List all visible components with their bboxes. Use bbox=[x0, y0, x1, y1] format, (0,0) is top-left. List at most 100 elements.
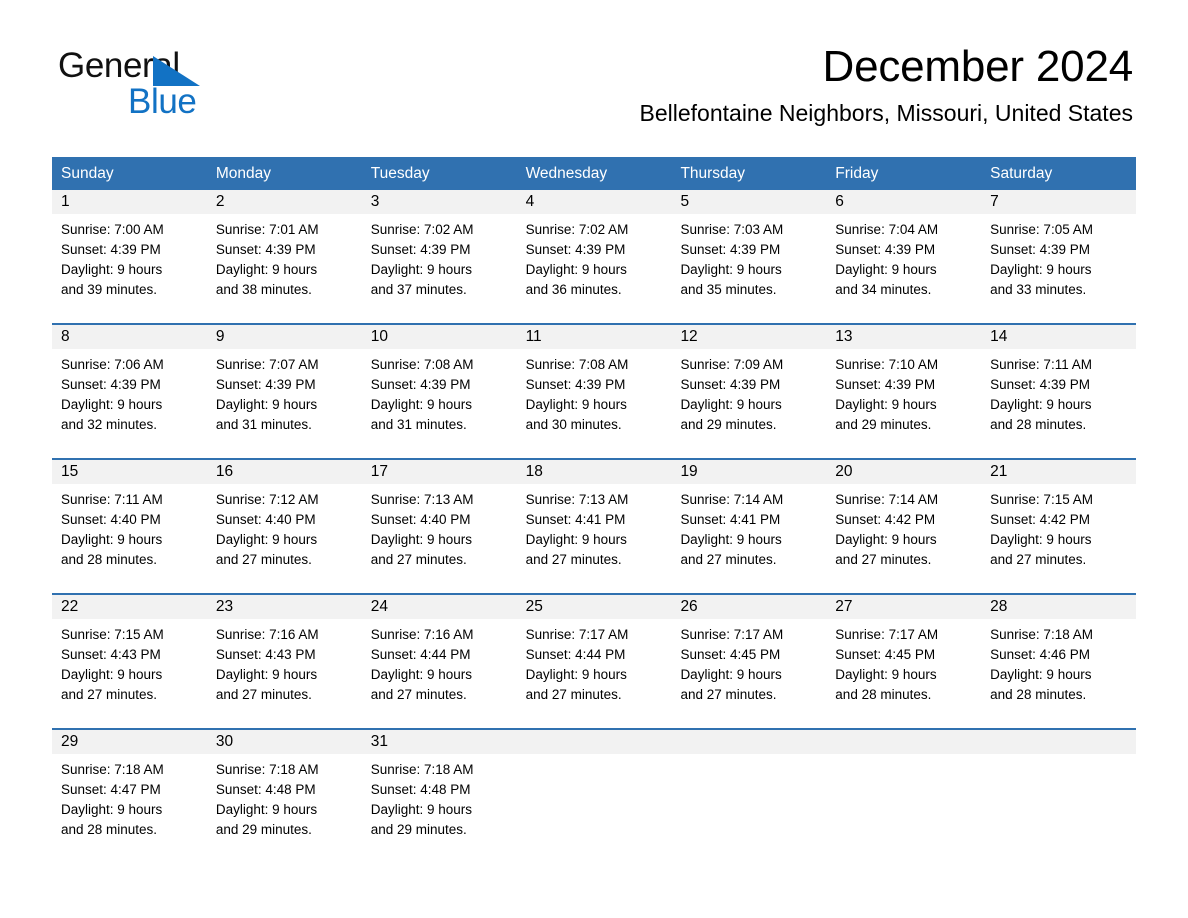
sunrise-text: Sunrise: 7:08 AM bbox=[525, 357, 629, 372]
day-number: 10 bbox=[370, 328, 388, 345]
calendar-day-cell[interactable]: 17 Sunrise: 7:13 AM Sunset: 4:40 PM Dayligh… bbox=[361, 460, 517, 593]
day-number-strip: 29 bbox=[52, 730, 196, 754]
daylight-text-line1: Daylight: 9 hours bbox=[370, 802, 473, 817]
day-number-strip: 18 bbox=[516, 460, 661, 484]
sunrise-text: Sunrise: 7:12 AM bbox=[215, 492, 319, 507]
calendar-day-cell[interactable]: 7 Sunrise: 7:05 AM Sunset: 4:39 PM Daylight… bbox=[981, 190, 1136, 323]
calendar-day-cell[interactable]: 24 Sunrise: 7:16 AM Sunset: 4:44 PM Dayligh… bbox=[361, 595, 517, 728]
sunrise-text: Sunrise: 7:17 AM bbox=[680, 627, 784, 642]
daylight-text-line2: and 28 minutes. bbox=[835, 687, 932, 702]
weekday-sunday: Sunday bbox=[61, 165, 114, 182]
calendar-day-cell[interactable]: 4 Sunrise: 7:02 AM Sunset: 4:39 PM Daylight… bbox=[516, 190, 672, 323]
calendar-day-cell[interactable]: 6 Sunrise: 7:04 AM Sunset: 4:39 PM Daylight… bbox=[826, 190, 981, 323]
daylight-text-line2: and 28 minutes. bbox=[61, 552, 158, 567]
sunrise-text: Sunrise: 7:05 AM bbox=[990, 222, 1093, 237]
calendar-day-cell[interactable]: 27 Sunrise: 7:17 AM Sunset: 4:45 PM Dayligh… bbox=[826, 595, 981, 728]
sunset-text: Sunset: 4:40 PM bbox=[370, 512, 471, 527]
day-detail: Sunrise: 7:08 AM Sunset: 4:39 PM Daylight:… bbox=[362, 349, 512, 435]
day-detail: Sunrise: 7:13 AM Sunset: 4:41 PM Daylight:… bbox=[517, 484, 667, 570]
sunset-text: Sunset: 4:40 PM bbox=[61, 512, 161, 527]
calendar-day-cell[interactable]: 15 Sunrise: 7:11 AM Sunset: 4:40 PM Dayligh… bbox=[52, 460, 207, 593]
daylight-text-line2: and 27 minutes. bbox=[215, 552, 312, 567]
sunrise-text: Sunrise: 7:13 AM bbox=[370, 492, 474, 507]
daylight-text-line2: and 30 minutes. bbox=[525, 417, 622, 432]
calendar-day-cell[interactable]: 3 Sunrise: 7:02 AM Sunset: 4:39 PM Daylight… bbox=[361, 190, 517, 323]
sunrise-text: Sunrise: 7:16 AM bbox=[370, 627, 474, 642]
day-detail: Sunrise: 7:14 AM Sunset: 4:42 PM Daylight:… bbox=[826, 484, 976, 570]
daylight-text-line2: and 33 minutes. bbox=[990, 282, 1087, 297]
day-detail: Sunrise: 7:17 AM Sunset: 4:44 PM Daylight:… bbox=[517, 619, 667, 705]
calendar-day-cell[interactable]: 25 Sunrise: 7:17 AM Sunset: 4:44 PM Dayligh… bbox=[516, 595, 672, 728]
day-number: 25 bbox=[525, 598, 543, 615]
day-number: 4 bbox=[525, 193, 535, 210]
sunrise-text: Sunrise: 7:18 AM bbox=[61, 762, 164, 777]
calendar-day-cell[interactable]: 16 Sunrise: 7:12 AM Sunset: 4:40 PM Dayligh… bbox=[206, 460, 362, 593]
calendar-week-cells: 22 Sunrise: 7:15 AM Sunset: 4:43 PM Dayligh… bbox=[52, 595, 1136, 728]
daylight-text-line2: and 28 minutes. bbox=[990, 687, 1087, 702]
daylight-text-line2: and 27 minutes. bbox=[525, 552, 622, 567]
day-detail: Sunrise: 7:06 AM Sunset: 4:39 PM Daylight:… bbox=[52, 349, 202, 435]
day-detail: Sunrise: 7:01 AM Sunset: 4:39 PM Daylight:… bbox=[207, 214, 357, 300]
day-number-strip: 14 bbox=[981, 325, 1126, 349]
daylight-text-line1: Daylight: 9 hours bbox=[835, 262, 937, 277]
day-number-strip: 27 bbox=[826, 595, 971, 619]
calendar-day-cell[interactable]: 11 Sunrise: 7:08 AM Sunset: 4:39 PM Dayligh… bbox=[516, 325, 672, 458]
calendar-day-cell[interactable]: 12 Sunrise: 7:09 AM Sunset: 4:39 PM Dayligh… bbox=[671, 325, 826, 458]
day-detail: Sunrise: 7:11 AM Sunset: 4:40 PM Daylight:… bbox=[52, 484, 202, 570]
sunrise-text: Sunrise: 7:18 AM bbox=[990, 627, 1093, 642]
calendar-day-cell[interactable]: 19 Sunrise: 7:14 AM Sunset: 4:41 PM Dayligh… bbox=[671, 460, 826, 593]
calendar-day-cell[interactable]: 21 Sunrise: 7:15 AM Sunset: 4:42 PM Dayligh… bbox=[981, 460, 1136, 593]
daylight-text-line1: Daylight: 9 hours bbox=[680, 262, 782, 277]
day-number: 23 bbox=[215, 598, 234, 615]
day-number: 1 bbox=[61, 193, 70, 210]
day-number-strip: 2 bbox=[206, 190, 351, 214]
weekday-tuesday: Tuesday bbox=[370, 165, 430, 182]
daylight-text-line1: Daylight: 9 hours bbox=[835, 532, 937, 547]
day-number-strip: 22 bbox=[52, 595, 196, 619]
calendar-day-cell[interactable]: 8 Sunrise: 7:06 AM Sunset: 4:39 PM Daylight… bbox=[52, 325, 207, 458]
daylight-text-line2: and 34 minutes. bbox=[835, 282, 932, 297]
brand-logo[interactable]: General Blue bbox=[58, 48, 258, 120]
page-header: General Blue December 2024 Bellefontaine… bbox=[0, 0, 1188, 126]
day-detail: Sunrise: 7:10 AM Sunset: 4:39 PM Daylight:… bbox=[826, 349, 976, 435]
calendar-day-cell[interactable]: 30 Sunrise: 7:18 AM Sunset: 4:48 PM Dayligh… bbox=[206, 730, 362, 850]
day-number: 9 bbox=[215, 328, 225, 345]
calendar-day-cell[interactable]: 20 Sunrise: 7:14 AM Sunset: 4:42 PM Dayligh… bbox=[826, 460, 981, 593]
day-number: 28 bbox=[990, 598, 1008, 615]
calendar-day-cell[interactable]: 14 Sunrise: 7:11 AM Sunset: 4:39 PM Dayligh… bbox=[981, 325, 1136, 458]
weekday-thursday: Thursday bbox=[680, 165, 746, 182]
daylight-text-line2: and 28 minutes. bbox=[990, 417, 1087, 432]
calendar-day-cell[interactable]: 18 Sunrise: 7:13 AM Sunset: 4:41 PM Dayligh… bbox=[516, 460, 672, 593]
day-number: 27 bbox=[835, 598, 853, 615]
calendar-day-cell-empty bbox=[516, 730, 672, 850]
sunrise-text: Sunrise: 7:08 AM bbox=[370, 357, 474, 372]
daylight-text-line2: and 39 minutes. bbox=[61, 282, 158, 297]
calendar-day-cell-empty bbox=[826, 730, 981, 850]
daylight-text-line1: Daylight: 9 hours bbox=[525, 667, 627, 682]
calendar-day-cell[interactable]: 2 Sunrise: 7:01 AM Sunset: 4:39 PM Daylight… bbox=[206, 190, 362, 323]
calendar-day-cell[interactable]: 1 Sunrise: 7:00 AM Sunset: 4:39 PM Daylight… bbox=[52, 190, 207, 323]
calendar-day-cell[interactable]: 23 Sunrise: 7:16 AM Sunset: 4:43 PM Dayligh… bbox=[206, 595, 362, 728]
day-detail: Sunrise: 7:13 AM Sunset: 4:40 PM Daylight:… bbox=[362, 484, 512, 570]
day-detail: Sunrise: 7:12 AM Sunset: 4:40 PM Daylight:… bbox=[207, 484, 357, 570]
calendar-day-cell[interactable]: 29 Sunrise: 7:18 AM Sunset: 4:47 PM Dayligh… bbox=[52, 730, 207, 850]
calendar-day-cell[interactable]: 22 Sunrise: 7:15 AM Sunset: 4:43 PM Dayligh… bbox=[52, 595, 207, 728]
sunset-text: Sunset: 4:45 PM bbox=[680, 647, 781, 662]
sunset-text: Sunset: 4:43 PM bbox=[61, 647, 161, 662]
sunrise-text: Sunrise: 7:10 AM bbox=[835, 357, 939, 372]
day-number: 12 bbox=[680, 328, 698, 345]
sunset-text: Sunset: 4:39 PM bbox=[370, 377, 471, 392]
calendar-day-cell[interactable]: 5 Sunrise: 7:03 AM Sunset: 4:39 PM Daylight… bbox=[671, 190, 826, 323]
day-number-strip: 26 bbox=[671, 595, 816, 619]
calendar-day-cell[interactable]: 26 Sunrise: 7:17 AM Sunset: 4:45 PM Dayligh… bbox=[671, 595, 826, 728]
calendar-day-cell[interactable]: 13 Sunrise: 7:10 AM Sunset: 4:39 PM Dayligh… bbox=[826, 325, 981, 458]
day-number: 26 bbox=[680, 598, 698, 615]
calendar-day-cell[interactable]: 28 Sunrise: 7:18 AM Sunset: 4:46 PM Dayligh… bbox=[981, 595, 1136, 728]
calendar-day-cell[interactable]: 9 Sunrise: 7:07 AM Sunset: 4:39 PM Daylight… bbox=[206, 325, 362, 458]
day-number: 14 bbox=[990, 328, 1008, 345]
sunset-text: Sunset: 4:48 PM bbox=[370, 782, 471, 797]
day-number-strip: 19 bbox=[671, 460, 816, 484]
calendar-day-cell[interactable]: 10 Sunrise: 7:08 AM Sunset: 4:39 PM Dayligh… bbox=[361, 325, 517, 458]
day-number-strip: 21 bbox=[981, 460, 1126, 484]
calendar-day-cell[interactable]: 31 Sunrise: 7:18 AM Sunset: 4:48 PM Dayligh… bbox=[361, 730, 517, 850]
